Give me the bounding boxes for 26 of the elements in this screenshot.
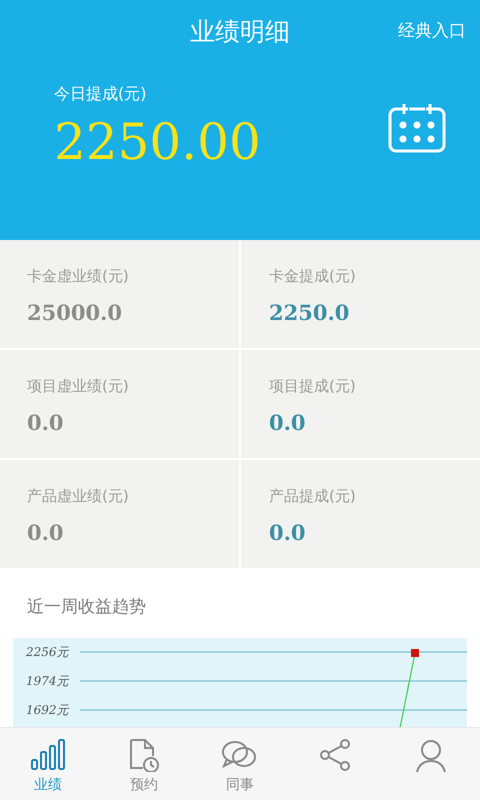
nav-tab[interactable]: 业绩 <box>0 728 96 800</box>
stat-label: 卡金提成(元) <box>269 267 356 285</box>
classic-entry-link[interactable]: 经典入口 <box>398 19 466 42</box>
stat-label: 项目提成(元) <box>269 377 356 395</box>
today-commission-label: 今日提成(元) <box>54 84 146 103</box>
nav-tab[interactable]: 同事 <box>192 728 288 800</box>
stat-value: 0.0 <box>27 410 64 435</box>
stat-label: 产品提成(元) <box>269 487 356 505</box>
axis-tick-label: 2256元 <box>26 645 69 659</box>
axis-tick-label: 1692元 <box>26 703 69 717</box>
stat-label: 卡金虚业绩(元) <box>27 267 129 285</box>
today-commission-value: 2250.00 <box>54 113 261 171</box>
data-point <box>411 649 419 657</box>
stat-label: 项目虚业绩(元) <box>27 377 129 395</box>
nav-tab[interactable]: 预约 <box>96 728 192 800</box>
stat-value: 25000.0 <box>27 300 122 325</box>
stat-value: 2250.0 <box>269 300 350 325</box>
stat-value: 0.0 <box>27 520 64 545</box>
bar-chart-icon <box>29 738 67 772</box>
stat-label: 产品虚业绩(元) <box>27 487 129 505</box>
stat-value: 0.0 <box>269 410 306 435</box>
calendar-icon[interactable] <box>388 102 446 152</box>
page-title: 业绩明细 <box>190 16 290 48</box>
axis-tick-label: 1974元 <box>26 674 69 688</box>
chart-title: 近一周收益趋势 <box>27 597 146 617</box>
stat-value: 0.0 <box>269 520 306 545</box>
